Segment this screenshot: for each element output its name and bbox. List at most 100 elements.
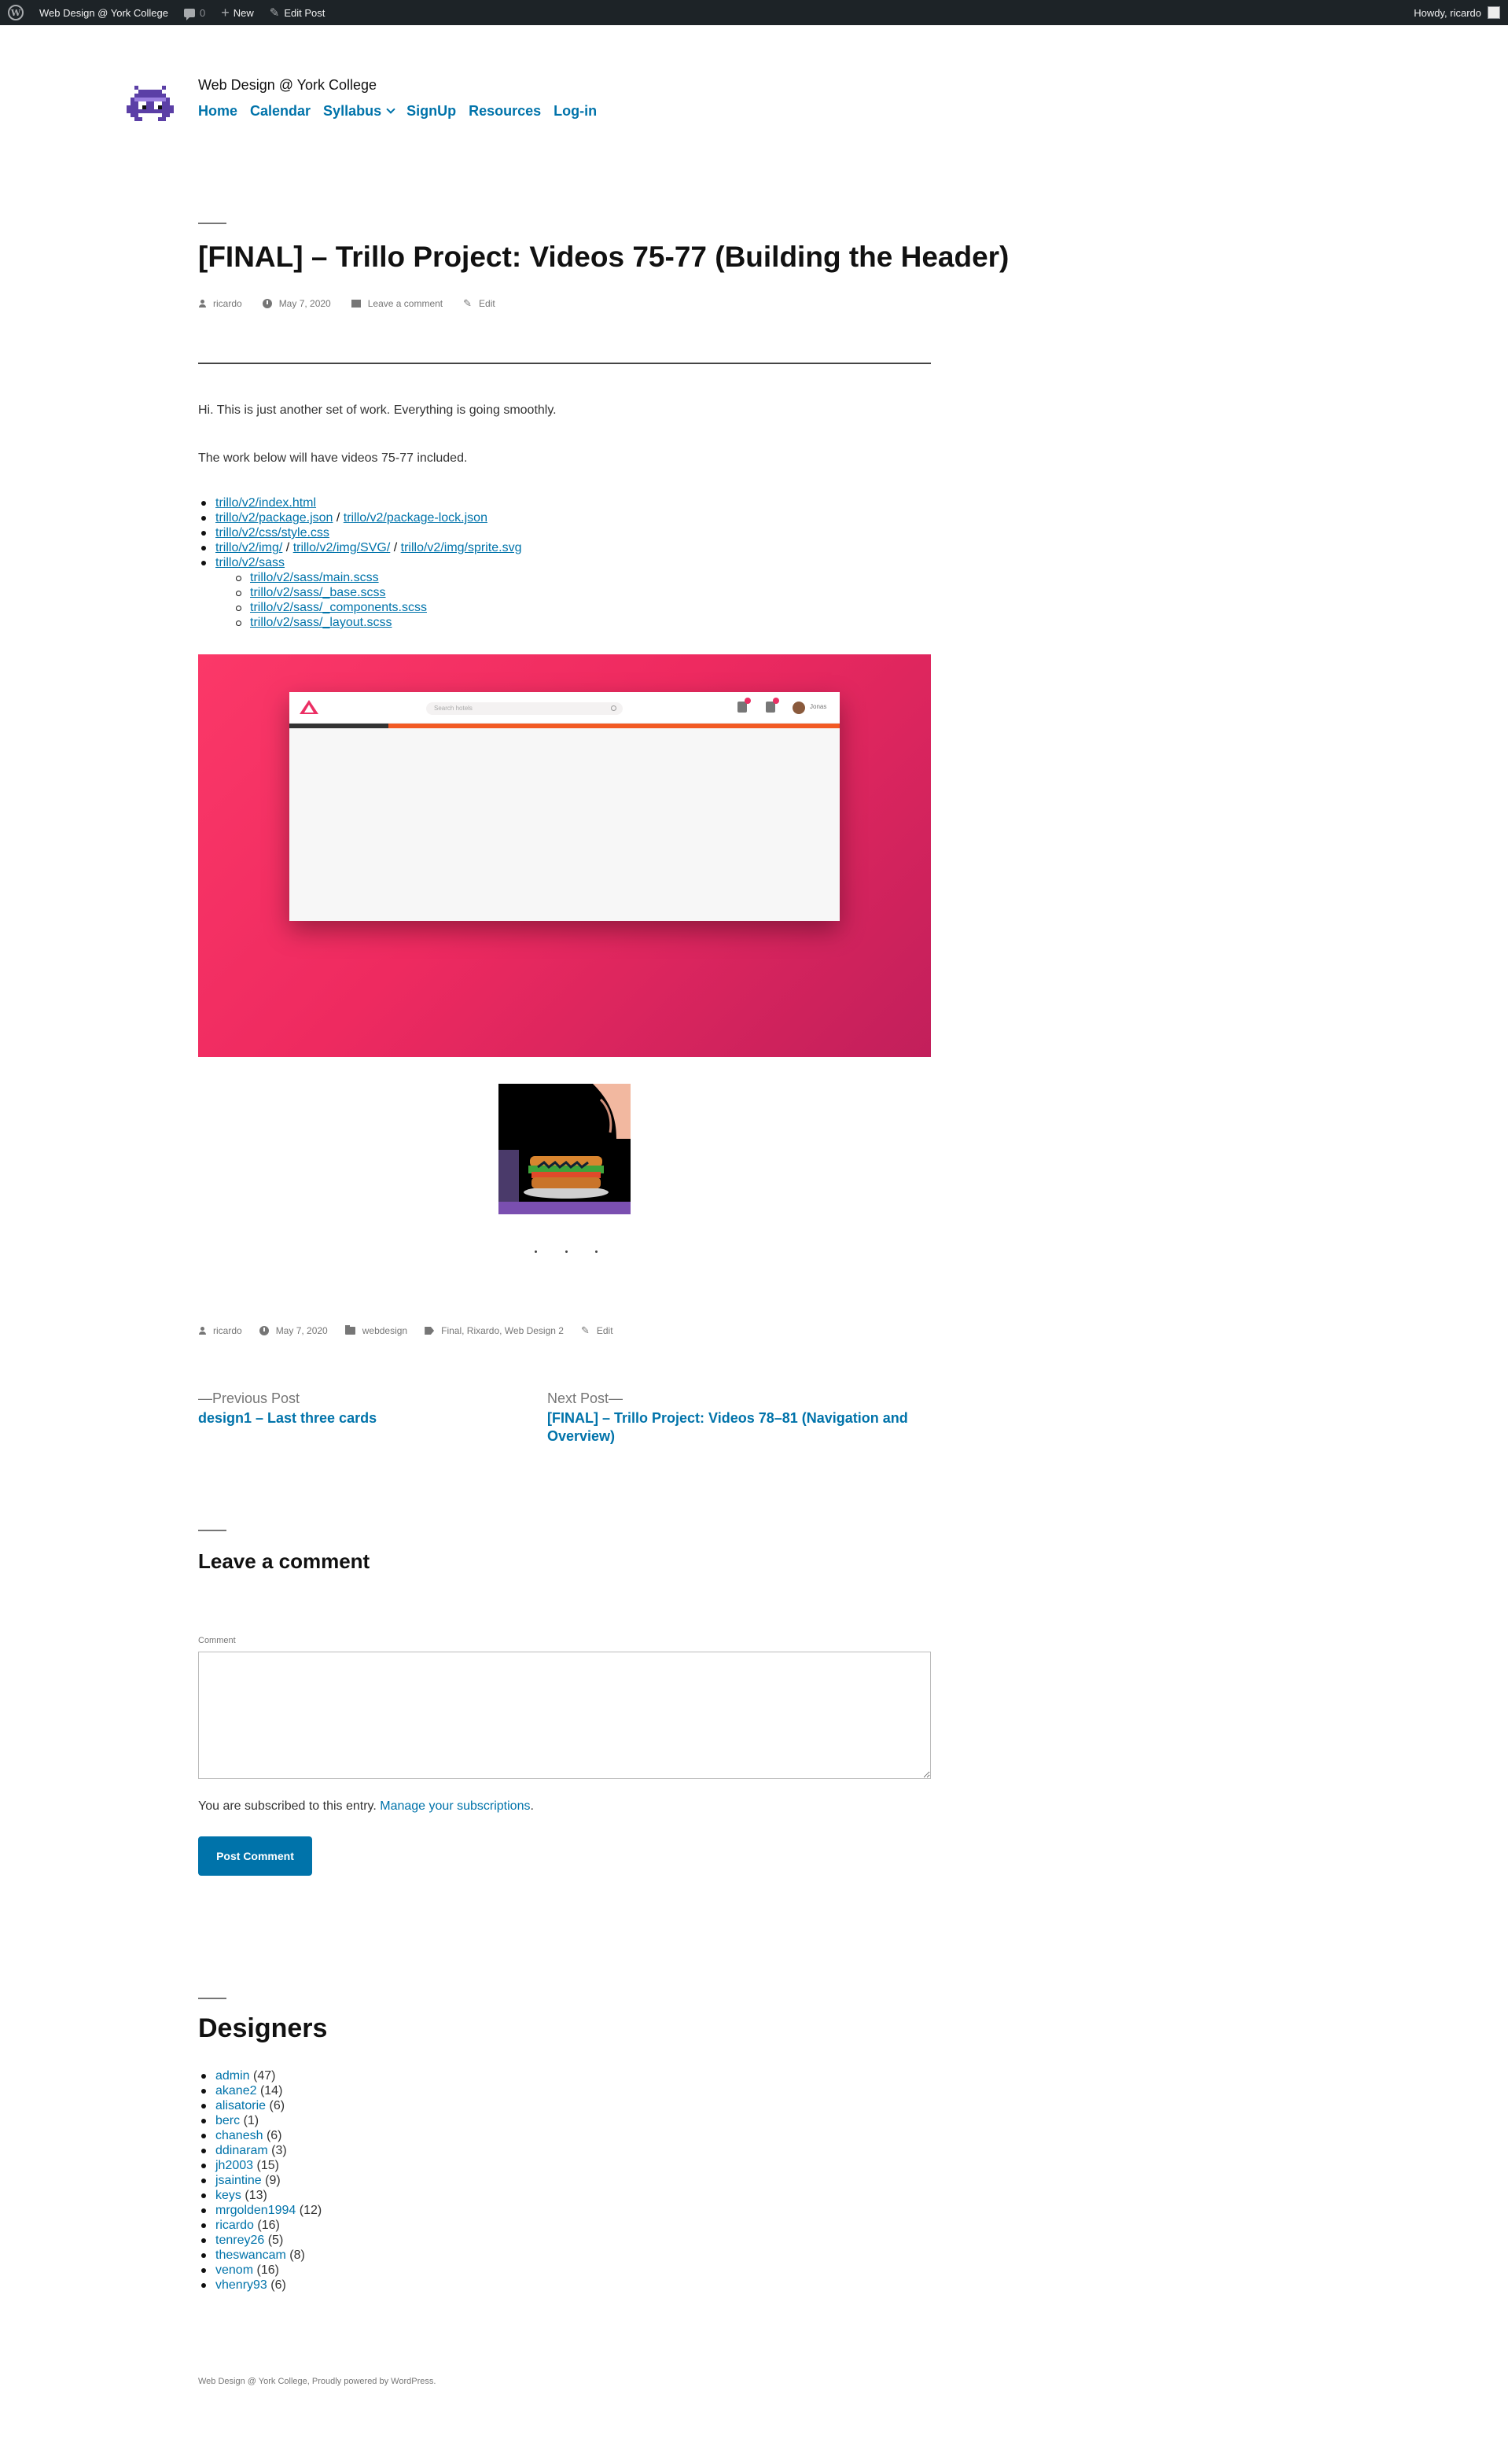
- list-item: admin (47): [198, 2068, 322, 2083]
- admin-edit-post-link[interactable]: ✎ Edit Post: [262, 0, 333, 25]
- avatar: [793, 702, 805, 714]
- nav-syllabus-label: Syllabus: [323, 103, 382, 119]
- designer-link[interactable]: jsaintine: [215, 2174, 262, 2187]
- designer-link[interactable]: admin: [215, 2069, 250, 2083]
- space-invader-logo[interactable]: [127, 82, 174, 129]
- separator-dots: [535, 1250, 598, 1253]
- file-link-package-lock[interactable]: trillo/v2/package-lock.json: [344, 511, 487, 525]
- meta-category[interactable]: webdesign: [344, 1325, 408, 1336]
- list-item: theswancam (8): [198, 2248, 322, 2263]
- designer-link[interactable]: keys: [215, 2189, 241, 2202]
- designer-link[interactable]: berc: [215, 2114, 240, 2127]
- meta-author-text: ricardo: [213, 1325, 242, 1336]
- file-link-index[interactable]: trillo/v2/index.html: [215, 496, 316, 510]
- admin-account-menu[interactable]: Howdy, ricardo: [1406, 0, 1508, 25]
- file-link-img[interactable]: trillo/v2/img/: [215, 541, 282, 554]
- screenshot-header: Search hotels Jonas: [289, 692, 840, 724]
- list-item: tenrey26 (5): [198, 2233, 322, 2248]
- list-item: trillo/v2/index.html: [198, 495, 521, 510]
- file-link-sass-base[interactable]: trillo/v2/sass/_base.scss: [250, 586, 386, 599]
- triangle-logo-icon: [300, 700, 318, 714]
- file-link-svg[interactable]: trillo/v2/img/SVG/: [293, 541, 391, 554]
- file-link-sprite[interactable]: trillo/v2/img/sprite.svg: [401, 541, 522, 554]
- designer-link[interactable]: ddinaram: [215, 2144, 268, 2157]
- comment-icon: [184, 8, 195, 20]
- nav-home[interactable]: Home: [198, 103, 237, 120]
- nav-calendar[interactable]: Calendar: [250, 103, 311, 120]
- site-footer-credit: Web Design @ York College, Proudly power…: [198, 2377, 436, 2386]
- file-link-package[interactable]: trillo/v2/package.json: [215, 511, 333, 525]
- designer-link[interactable]: chanesh: [215, 2129, 263, 2142]
- list-item: jsaintine (9): [198, 2173, 322, 2188]
- designer-link[interactable]: tenrey26: [215, 2234, 264, 2247]
- meta-tags[interactable]: Final, Rixardo, Web Design 2: [425, 1325, 564, 1336]
- file-link-sass-components[interactable]: trillo/v2/sass/_components.scss: [250, 601, 427, 614]
- admin-comments-link[interactable]: 0: [176, 0, 213, 25]
- list-item: keys (13): [198, 2188, 322, 2203]
- wordpress-logo-button[interactable]: W: [0, 0, 31, 25]
- clock-icon: [259, 1326, 269, 1335]
- file-link-style[interactable]: trillo/v2/css/style.css: [215, 526, 329, 540]
- manage-subscriptions-link[interactable]: Manage your subscriptions: [380, 1799, 530, 1813]
- admin-site-name: Web Design @ York College: [39, 6, 168, 19]
- designer-link[interactable]: mrgolden1994: [215, 2204, 296, 2217]
- designer-link[interactable]: alisatorie: [215, 2099, 266, 2112]
- file-link-sass-main[interactable]: trillo/v2/sass/main.scss: [250, 571, 379, 584]
- meta-edit-link[interactable]: ✎ Edit: [463, 297, 495, 310]
- file-link-sass[interactable]: trillo/v2/sass: [215, 556, 285, 569]
- main-navigation: Home Calendar Syllabus SignUp Resources …: [198, 103, 597, 120]
- meta-comment-link[interactable]: Leave a comment: [351, 298, 443, 309]
- nav-syllabus[interactable]: Syllabus: [323, 103, 395, 120]
- chat-icon: [766, 698, 779, 713]
- list-item: trillo/v2/sass/_layout.scss: [233, 615, 521, 630]
- pencil-icon: ✎: [580, 1324, 590, 1336]
- file-link-list: trillo/v2/index.html trillo/v2/package.j…: [198, 495, 521, 630]
- list-item: jh2003 (15): [198, 2158, 322, 2173]
- meta-edit-text: Edit: [479, 298, 495, 309]
- file-link-sass-layout[interactable]: trillo/v2/sass/_layout.scss: [250, 616, 392, 629]
- meta-date-text: May 7, 2020: [278, 298, 331, 309]
- designer-link[interactable]: jh2003: [215, 2159, 253, 2172]
- nav-signup[interactable]: SignUp: [406, 103, 456, 120]
- list-item: trillo/v2/sass/main.scss: [233, 570, 521, 585]
- designer-link[interactable]: vhenry93: [215, 2278, 267, 2292]
- clock-icon: [262, 299, 272, 308]
- sandwich-gif-image: [498, 1084, 631, 1214]
- comment-field-label: Comment: [198, 1636, 236, 1645]
- designer-link[interactable]: ricardo: [215, 2219, 254, 2232]
- post-meta-top: ricardo May 7, 2020 Leave a comment ✎ Edi…: [198, 297, 495, 310]
- meta-date[interactable]: May 7, 2020: [262, 298, 331, 309]
- designer-count: (1): [243, 2114, 259, 2127]
- folder-icon: [344, 1325, 355, 1335]
- designer-count: (47): [253, 2069, 276, 2083]
- subscription-note: You are subscribed to this entry. Manage…: [198, 1799, 534, 1813]
- admin-site-name-link[interactable]: Web Design @ York College: [31, 0, 176, 25]
- meta-author[interactable]: ricardo: [198, 1325, 242, 1336]
- previous-post-link[interactable]: design1 – Last three cards: [198, 1409, 513, 1427]
- admin-new-button[interactable]: + New: [213, 0, 262, 25]
- pencil-icon: ✎: [269, 6, 280, 20]
- site-title[interactable]: Web Design @ York College: [198, 77, 377, 94]
- page-title: [FINAL] – Trillo Project: Videos 75-77 (…: [198, 241, 1010, 273]
- chevron-down-icon[interactable]: [386, 105, 395, 114]
- nav-login[interactable]: Log-in: [554, 103, 597, 120]
- meta-date[interactable]: May 7, 2020: [259, 1325, 328, 1336]
- comment-icon: [351, 300, 361, 308]
- designer-link[interactable]: akane2: [215, 2084, 257, 2098]
- meta-edit-link[interactable]: ✎ Edit: [581, 1324, 613, 1337]
- tag-icon: [425, 1327, 435, 1335]
- comment-textarea[interactable]: [198, 1652, 931, 1779]
- designer-link[interactable]: venom: [215, 2263, 253, 2277]
- admin-new-label: New: [233, 6, 254, 19]
- designer-link[interactable]: theswancam: [215, 2249, 286, 2262]
- meta-category-text: webdesign: [362, 1325, 408, 1336]
- list-item: alisatorie (6): [198, 2098, 322, 2113]
- meta-author[interactable]: ricardo: [198, 298, 242, 309]
- nav-resources[interactable]: Resources: [469, 103, 541, 120]
- next-post-link[interactable]: [FINAL] – Trillo Project: Videos 78–81 (…: [547, 1409, 925, 1446]
- post-comment-button[interactable]: Post Comment: [198, 1836, 312, 1876]
- avatar: [1488, 6, 1500, 19]
- list-item: trillo/v2/img/ / trillo/v2/img/SVG/ / tr…: [198, 540, 521, 555]
- title-divider: [198, 223, 226, 224]
- content-divider: [198, 363, 931, 364]
